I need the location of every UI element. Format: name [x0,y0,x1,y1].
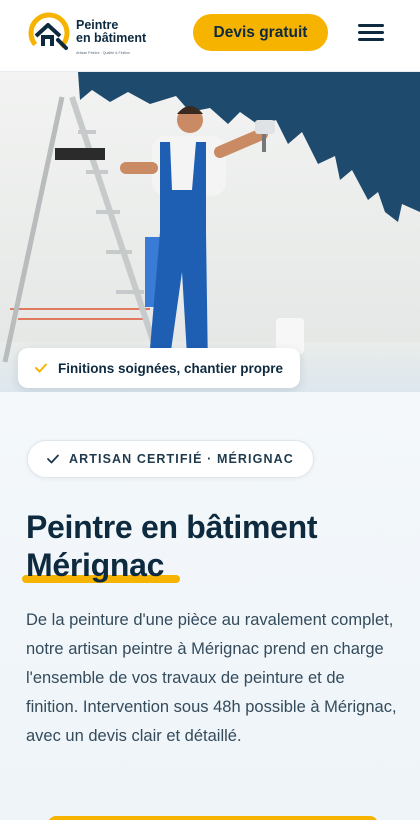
feature-pill: Finitions soignées, chantier propre [18,348,300,388]
feature-pill-text: Finitions soignées, chantier propre [58,360,284,376]
logo-tagline: Artisan Peintre · Qualité & Finition [76,51,131,55]
free-quote-button[interactable]: Devis gratuit [193,14,328,51]
house-logo-icon [28,12,70,54]
badge-text: ARTISAN CERTIFIÉ · MÉRIGNAC [69,452,294,466]
check-icon [47,454,59,464]
site-logo[interactable]: Peintre en bâtiment Artisan Peintre · Qu… [28,12,148,56]
page-title: Peintre en bâtiment Mérignac [22,508,406,584]
certified-badge: ARTISAN CERTIFIÉ · MÉRIGNAC [27,440,314,478]
logo-line-2: en bâtiment [76,31,147,45]
title-line-1: Peintre en bâtiment [26,509,318,545]
hero-description: De la peinture d'une pièce au ravalement… [26,611,397,745]
hamburger-menu-icon[interactable] [356,20,386,46]
partial-cta-button[interactable] [48,816,378,820]
title-line-2: Mérignac [26,547,165,583]
hero-image [0,72,420,392]
site-header: Peintre en bâtiment Artisan Peintre · Qu… [0,0,420,72]
check-icon [35,363,47,373]
hero-content: ARTISAN CERTIFIÉ · MÉRIGNAC Peintre en b… [0,392,420,820]
